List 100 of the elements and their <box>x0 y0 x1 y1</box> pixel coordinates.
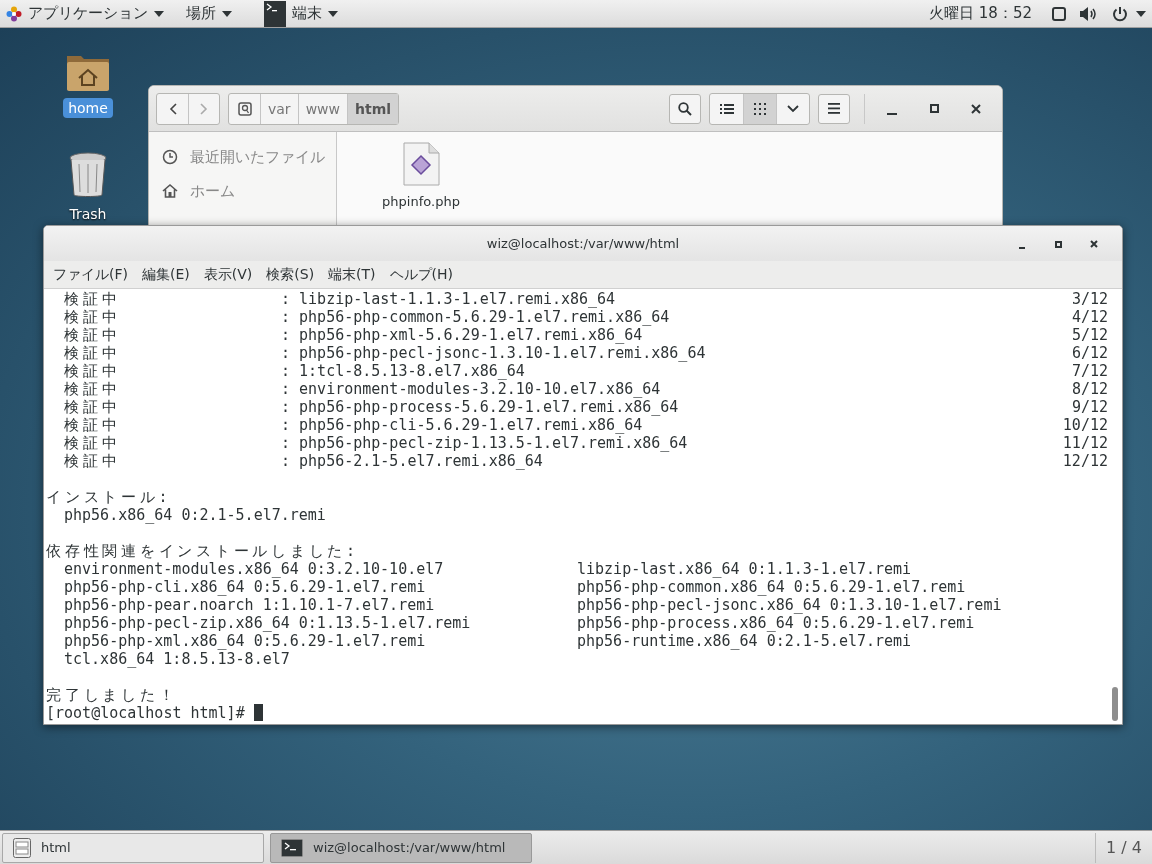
close-icon <box>971 103 981 114</box>
menu-item[interactable]: ファイル(F) <box>46 265 135 284</box>
caret-icon <box>222 10 232 17</box>
progress-count: 10/12 <box>1062 416 1108 434</box>
trash-icon <box>68 152 108 198</box>
status-text: 検証中 <box>64 434 122 452</box>
progress-count: 6/12 <box>1071 344 1108 362</box>
grid-view-icon <box>754 102 766 115</box>
progress-count: 4/12 <box>1071 308 1108 326</box>
terminal-icon <box>281 838 303 857</box>
package-text: libzip-last.x86_64 0:1.1.3-1.el7.remi <box>577 560 913 578</box>
forward-icon <box>200 102 208 115</box>
flower-icon <box>6 5 22 22</box>
power-icon <box>1112 5 1128 22</box>
clock-icon <box>162 149 178 165</box>
view-button[interactable] <box>743 93 776 124</box>
window-icon[interactable] <box>1052 6 1066 21</box>
package-text: : php56-php-cli-5.6.29-1.el7.remi.x86_64 <box>281 416 644 434</box>
progress-count: 5/12 <box>1071 326 1108 344</box>
status-text: 検証中 <box>64 308 122 326</box>
maximize-icon <box>1054 240 1062 248</box>
workspace-switcher[interactable]: 1 / 4 <box>1095 832 1152 863</box>
section-heading: 依存性関連をインストールしました: <box>46 542 359 560</box>
progress-count: 7/12 <box>1071 362 1108 380</box>
package-text: tcl.x86_64 1:8.5.13-8.el7 <box>64 650 291 668</box>
status-text: 検証中 <box>64 452 122 470</box>
maximize-icon <box>929 104 939 113</box>
back-icon <box>168 102 177 115</box>
status-message: 完了しました！ <box>46 686 178 704</box>
package-text: : php56-2.1-5.el7.remi.x86_64 <box>281 452 544 470</box>
status-text: 検証中 <box>64 290 122 308</box>
scrollbar-thumb[interactable] <box>1112 687 1118 721</box>
minimize-icon <box>887 112 897 115</box>
menu-item[interactable]: ヘルプ(H) <box>382 265 461 284</box>
package-text: php56-runtime.x86_64 0:2.1-5.el7.remi <box>577 632 913 650</box>
php-file-icon[interactable] <box>402 142 440 186</box>
shell-prompt: [root@localhost html]# <box>46 704 245 722</box>
path-segment[interactable]: var <box>260 93 298 124</box>
menu-item[interactable]: 編集(E) <box>135 265 197 284</box>
status-text: 検証中 <box>64 362 122 380</box>
caret-icon <box>1136 10 1146 17</box>
home-icon <box>162 183 178 199</box>
menu-item[interactable]: 検索(S) <box>259 265 322 284</box>
menu-icon <box>828 103 840 114</box>
status-text: 検証中 <box>64 344 122 362</box>
caret-icon <box>328 10 338 17</box>
package-text: : php56-php-pecl-zip-1.13.5-1.el7.remi.x86_64 <box>281 434 689 452</box>
top-bar-menu[interactable]: 場所 <box>186 0 232 28</box>
path-segment[interactable]: www <box>297 93 347 124</box>
package-text: : php56-php-process-5.6.29-1.el7.remi.x86_64 <box>281 398 680 416</box>
package-text: : php56-php-common-5.6.29-1.el7.remi.x86_64 <box>281 308 671 326</box>
list-view-icon <box>719 102 734 115</box>
menu-item[interactable]: 表示(V) <box>196 265 260 284</box>
minimize-icon <box>1019 247 1025 249</box>
package-text: php56-php-pecl-zip.x86_64 0:1.13.5-1.el7.remi <box>64 614 472 632</box>
location-icon <box>237 101 252 116</box>
power-menu[interactable] <box>1112 5 1146 22</box>
package-text: : libzip-last-1.1.3-1.el7.remi.x86_64 <box>281 290 617 308</box>
search-icon <box>678 101 692 116</box>
progress-count: 8/12 <box>1071 380 1108 398</box>
package-text: php56-php-pear.noarch 1:1.10.1-7.el7.remi <box>64 596 436 614</box>
status-text: 検証中 <box>64 398 122 416</box>
package-text: : 1:tcl-8.5.13-8.el7.x86_64 <box>281 362 526 380</box>
progress-count: 12/12 <box>1062 452 1108 470</box>
window-title: wiz@localhost:/var/www/html <box>486 236 680 251</box>
package-text: : php56-php-xml-5.6.29-1.el7.remi.x86_64 <box>281 326 644 344</box>
text-cursor <box>253 704 263 721</box>
package-text: php56-php-cli.x86_64 0:5.6.29-1.el7.remi <box>64 578 427 596</box>
search-button[interactable] <box>669 93 701 124</box>
status-text: 検証中 <box>64 380 122 398</box>
package-text: php56-php-pecl-jsonc.x86_64 0:1.3.10-1.el7.remi <box>577 596 1003 614</box>
menu-item[interactable]: 端末(T) <box>321 265 383 284</box>
status-text: 検証中 <box>64 416 122 434</box>
package-text: php56-php-process.x86_64 0:5.6.29-1.el7.remi <box>577 614 976 632</box>
top-bar-menu[interactable]: アプリケーション <box>6 0 164 28</box>
package-text: php56-php-common.x86_64 0:5.6.29-1.el7.remi <box>577 578 967 596</box>
menu-button[interactable] <box>818 93 850 124</box>
task-button[interactable]: html <box>2 832 264 863</box>
progress-count: 9/12 <box>1071 398 1108 416</box>
package-text: environment-modules.x86_64 0:3.2.10-10.el7 <box>64 560 445 578</box>
section-heading: インストール: <box>46 488 172 506</box>
progress-count: 3/12 <box>1071 290 1108 308</box>
desktop-icon-label[interactable]: Trash <box>64 204 112 224</box>
package-text: php56-php-xml.x86_64 0:5.6.29-1.el7.remi <box>64 632 427 650</box>
caret-icon <box>154 10 164 17</box>
package-text: : php56-php-pecl-jsonc-1.3.10-1.el7.remi.x86_64 <box>281 344 707 362</box>
progress-count: 11/12 <box>1062 434 1108 452</box>
chevron-down-icon <box>787 104 799 113</box>
file-cabinet-icon <box>13 837 31 858</box>
top-bar-menu[interactable]: 端末 <box>264 0 338 28</box>
status-text: 検証中 <box>64 326 122 344</box>
path-segment[interactable]: html <box>347 93 399 124</box>
volume-icon[interactable] <box>1080 6 1098 21</box>
close-icon <box>1090 240 1098 248</box>
task-button[interactable]: wiz@localhost:/var/www/html <box>270 832 532 863</box>
package-text: : environment-modules-3.2.10-10.el7.x86_64 <box>281 380 662 398</box>
clock[interactable]: 火曜日 18：52 <box>929 4 1032 23</box>
terminal-icon <box>264 0 286 27</box>
package-text: php56.x86_64 0:2.1-5.el7.remi <box>64 506 326 524</box>
file-name[interactable]: phpinfo.php <box>382 194 460 209</box>
